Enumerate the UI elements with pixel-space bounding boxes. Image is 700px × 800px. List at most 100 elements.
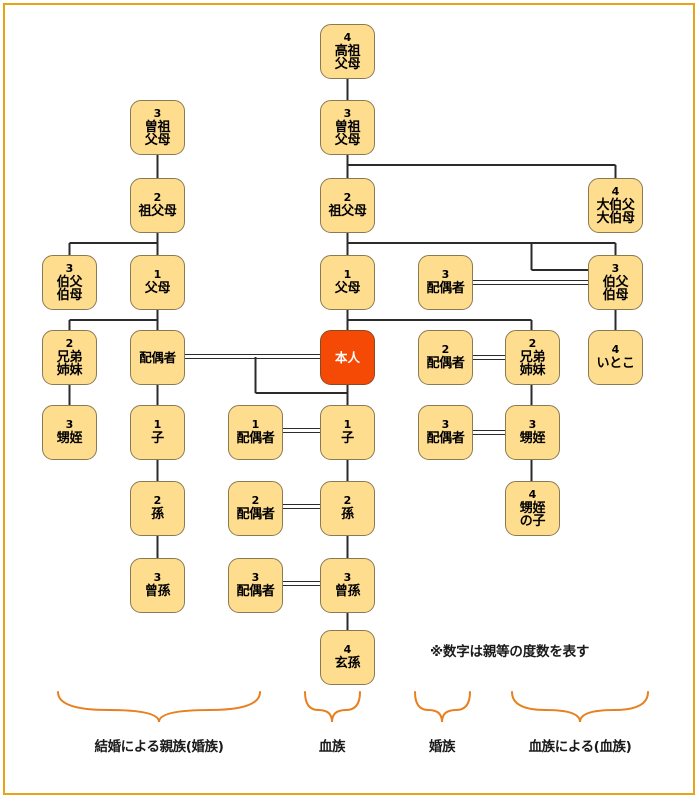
node-oji-r: 3 伯父 伯母 (588, 255, 643, 310)
node-degree: 3 (441, 418, 450, 432)
node-label-line: 父母 (144, 133, 171, 148)
node-ooOji: 4 大伯父 大伯母 (588, 178, 643, 233)
node-label-line: 高祖 (334, 43, 361, 59)
node-label-line: 甥姪 (519, 431, 546, 447)
node-degree: 3 (65, 418, 74, 432)
node-degree: 3 (153, 571, 162, 585)
legend-bracket-konin (57, 691, 261, 723)
node-label-line: 姉妹 (519, 363, 546, 378)
node-label-line: 兄弟 (519, 349, 546, 365)
node-mago-l: 2孫 (130, 481, 185, 536)
node-yashago: 4 玄孫 (320, 630, 375, 685)
node-degree: 1 (343, 268, 352, 282)
node-label-line: 伯父 (56, 274, 83, 290)
node-oitoinoko: 4 甥姪 の子 (505, 481, 560, 536)
node-label: 配偶者 (426, 357, 464, 371)
node-label: 子 (151, 432, 164, 446)
node-ko-l: 1子 (130, 405, 185, 460)
node-label-line: 配偶者 (426, 281, 465, 297)
node-label-line: 玄孫 (334, 656, 361, 672)
node-sofubo-c: 2 祖父母 (320, 178, 375, 233)
node-haigu-kyoudai: 2 配偶者 (418, 330, 473, 385)
node-label-line: 甥姪 (56, 431, 83, 447)
node-label: いとこ (596, 357, 634, 371)
node-label-line: 祖父母 (138, 204, 177, 220)
legend-label-konzoku: 婚族 (428, 739, 456, 755)
node-label: 大伯父 大伯母 (596, 198, 635, 226)
node-label: 父母 (335, 282, 361, 296)
node-label-line: 配偶者 (236, 431, 275, 447)
node-degree: 2 (153, 494, 162, 508)
node-label-line: 配偶者 (426, 431, 465, 447)
node-haigu-ko: 1 配偶者 (228, 405, 283, 460)
node-degree: 1 (153, 418, 162, 432)
node-oitoi-r: 3 甥姪 (505, 405, 560, 460)
node-haigu-oi: 3 配偶者 (418, 405, 473, 460)
legend-bracket-ketsu2 (511, 691, 649, 723)
node-label: 父母 (144, 281, 171, 297)
node-label-line: 甥姪 (519, 500, 546, 516)
node-label: 本人 (335, 351, 360, 365)
node-mago-c: 2孫 (320, 481, 375, 536)
node-label: 配偶者 (236, 585, 274, 599)
node-degree: 3 (153, 106, 162, 120)
node-label-line: 大伯母 (596, 211, 635, 226)
node-label: 伯父 伯母 (602, 275, 629, 303)
node-label-line: 配偶者 (236, 507, 275, 523)
node-degree: 4 (611, 343, 620, 357)
node-label: 配偶者 (236, 508, 274, 522)
node-label-line: 曾孫 (144, 584, 171, 600)
node-oji-l: 3 伯父 伯母 (42, 255, 97, 310)
node-label: 祖父母 (328, 205, 366, 219)
node-label-line: 配偶者 (426, 356, 465, 372)
node-label: 孫 (341, 508, 354, 522)
node-fubo-c: 1 父母 (320, 255, 375, 310)
node-degree: 4 (528, 487, 537, 501)
node-label: 甥姪 (56, 431, 83, 447)
node-label: 玄孫 (334, 656, 361, 672)
node-label: 兄弟 姉妹 (56, 350, 83, 378)
node-ko-c: 1子 (320, 405, 375, 460)
node-label: 子 (341, 432, 354, 446)
node-oitoi-l: 3 甥姪 (42, 405, 97, 460)
node-degree: 3 (528, 418, 537, 432)
node-label: 配偶者 (426, 432, 464, 446)
kinship-diagram: 4 高祖 父母 3 曽祖 父母 2 祖父母 1 父母 本人 1 子 2 孫 3 曾孫 4 玄孫 3 曽祖 父母 2 祖父母 1 父… (0, 0, 700, 800)
node-label-line: 父母 (144, 281, 171, 297)
node-label: 高祖 父母 (334, 43, 361, 72)
node-label-line: 孫 (151, 507, 164, 523)
node-label: 曾孫 (334, 584, 361, 600)
node-degree: 3 (343, 571, 352, 585)
node-label: 祖父母 (138, 205, 176, 219)
node-degree: 3 (343, 106, 352, 120)
node-degree: 3 (611, 261, 620, 275)
node-label-line: 父母 (334, 133, 361, 148)
node-label-line: 祖父母 (328, 204, 367, 220)
legend-label-konin: 結婚による親族(婚族) (94, 739, 224, 755)
node-label-line: 伯母 (56, 288, 83, 303)
node-himago-l: 3 曾孫 (130, 558, 185, 613)
node-degree: 3 (251, 571, 260, 585)
node-degree: 2 (153, 191, 162, 205)
node-degree: 2 (441, 343, 450, 357)
node-degree: 1 (343, 418, 352, 432)
legend-bracket-ketsuzoku (304, 691, 361, 723)
legend-bracket-konzoku (414, 691, 471, 723)
node-label: 曽祖 父母 (144, 119, 171, 148)
node-label-line: 曽祖 (144, 119, 171, 135)
node-degree: 2 (343, 494, 352, 508)
node-haigu-mago: 2 配偶者 (228, 481, 283, 536)
node-degree: 3 (441, 268, 450, 282)
node-sousofubo-c: 3 曽祖 父母 (320, 100, 375, 155)
node-label-line: いとこ (596, 356, 635, 372)
node-label-line: 曾孫 (334, 584, 361, 600)
node-label: 曽祖 父母 (334, 120, 361, 148)
node-label: 甥姪 (519, 431, 546, 447)
node-haigu-himago: 3 配偶者 (228, 558, 283, 613)
node-honnin: 本人 (320, 330, 375, 385)
node-label-line: 姉妹 (56, 363, 83, 378)
node-label-line: 子 (151, 431, 164, 447)
legend-label-ketsu2: 血族による(血族) (528, 739, 632, 755)
node-label-line: 伯母 (602, 288, 629, 303)
node-label: 伯父 伯母 (56, 274, 83, 303)
